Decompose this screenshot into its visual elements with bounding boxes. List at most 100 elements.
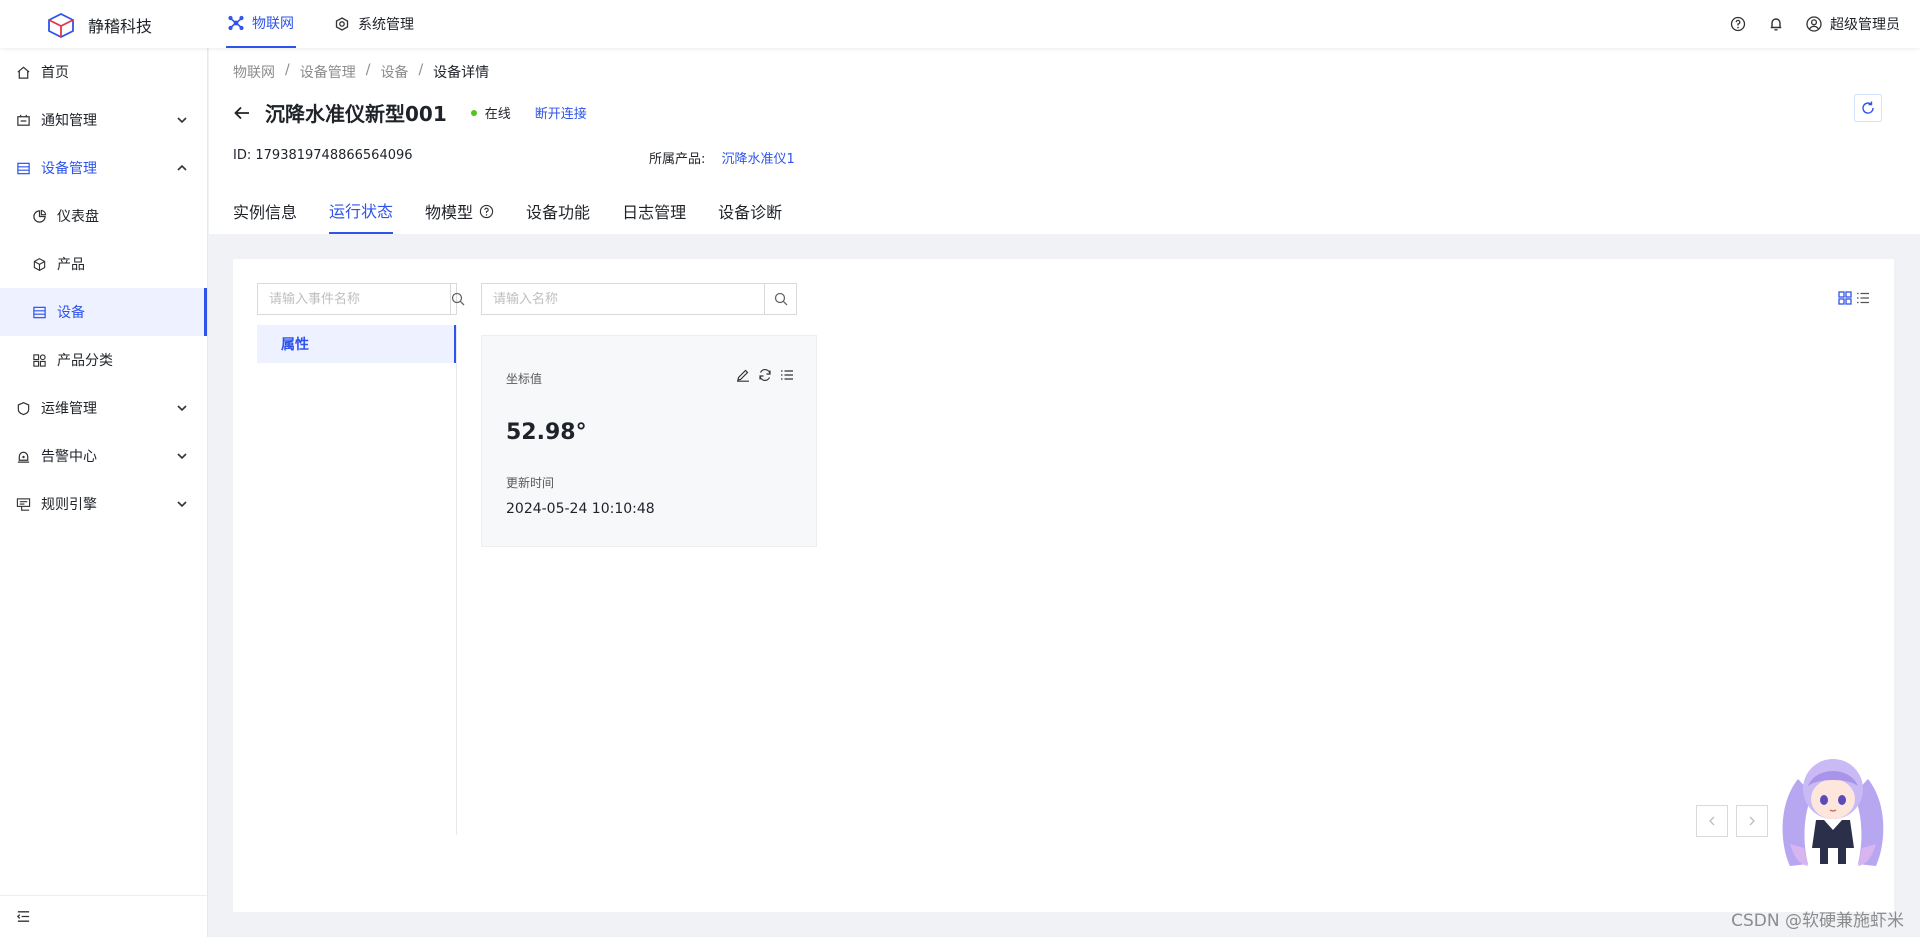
sidebar-item-label: 产品分类 [57,353,113,369]
header-actions: 超级管理员 [1730,0,1900,48]
grid-view-icon[interactable] [1838,291,1852,305]
event-search-input[interactable] [258,284,450,314]
refresh-icon [1862,101,1874,114]
event-search-button[interactable] [450,284,465,314]
alarm-icon [17,451,30,463]
device-id-label: ID: [233,148,252,163]
tab-device-function[interactable]: 设备功能 [526,188,590,234]
brand-name: 静稽科技 [88,17,153,36]
product-link[interactable]: 沉降水准仪1 [722,152,795,167]
name-search-button[interactable] [764,284,796,314]
tab-log-mgmt[interactable]: 日志管理 [622,188,686,234]
breadcrumb-device[interactable]: 设备 [380,62,408,82]
title-row: 沉降水准仪新型001 在线 断开连接 [233,98,587,127]
next-page-button[interactable] [1736,805,1768,837]
help-icon[interactable] [1730,16,1746,32]
refresh-button[interactable] [1854,94,1882,122]
sidebar-item-notice[interactable]: 通知管理 [0,96,207,144]
tab-runtime-status[interactable]: 运行状态 [329,188,394,234]
prev-page-button[interactable] [1696,805,1728,837]
menu-fold-icon [16,911,30,922]
top-nav: 物联网 系统管理 [226,0,452,48]
bell-icon[interactable] [1768,16,1784,32]
home-icon [17,66,30,79]
dashboard-icon [33,209,47,223]
status-badge: 在线 [470,103,511,122]
disconnect-link[interactable]: 断开连接 [535,103,587,122]
chevron-down-icon [177,405,187,412]
breadcrumb: 物联网 / 设备管理 / 设备 / 设备详情 [233,62,489,82]
list-icon[interactable] [780,368,794,382]
sidebar-item-product[interactable]: 产品 [0,240,207,288]
sidebar-item-label: 产品 [57,257,85,273]
sidebar-item-label: 运维管理 [41,401,97,417]
tab-instance-info[interactable]: 实例信息 [233,188,297,234]
tab-label: 设备诊断 [718,203,783,222]
breadcrumb-iot[interactable]: 物联网 [233,62,275,82]
sidebar-item-rules[interactable]: 规则引擎 [0,480,207,528]
tab-label: 设备功能 [526,203,591,222]
breadcrumb-separator: / [418,62,424,78]
sidebar-item-label: 仪表盘 [57,209,99,225]
updated-label: 更新时间 [506,476,555,490]
page-header: 物联网 / 设备管理 / 设备 / 设备详情 沉降水准仪新型001 在线 断开连… [209,48,1920,234]
list-view-icon[interactable] [1856,291,1870,305]
rule-icon [16,497,31,511]
tab-label: 物模型 [425,203,474,222]
mascot-illustration [1782,759,1884,866]
breadcrumb-current: 设备详情 [433,65,490,81]
sidebar-item-device[interactable]: 设备 [0,288,207,336]
device-id-row: ID: 1793819748866564096 [233,148,413,163]
brand-logo[interactable]: 静稽科技 [46,12,152,38]
product-row: 所属产品: 沉降水准仪1 [649,148,795,167]
top-nav-iot[interactable]: 物联网 [226,0,296,48]
help-icon[interactable] [479,204,494,219]
tabs: 实例信息 运行状态 物模型 设备功能 日志管理 设备诊断 [233,188,814,234]
tab-label: 日志管理 [622,203,687,222]
watermark: CSDN @软硬兼施虾米 [1731,911,1904,931]
tab-thing-model[interactable]: 物模型 [425,188,494,234]
sync-icon[interactable] [758,368,772,382]
sidebar-item-device-mgmt[interactable]: 设备管理 [0,144,207,192]
top-nav-system[interactable]: 系统管理 [332,0,416,48]
sidebar-item-ops[interactable]: 运维管理 [0,384,207,432]
property-name: 坐标值 [506,372,543,386]
top-nav-system-label: 系统管理 [358,17,414,33]
iot-icon [228,15,244,31]
breadcrumb-device-mgmt[interactable]: 设备管理 [300,62,356,82]
device-id: 1793819748866564096 [255,148,413,163]
tab-label: 运行状态 [329,202,394,221]
sidebar-collapse[interactable] [0,895,207,937]
back-arrow-icon[interactable] [233,104,251,122]
top-nav-iot-label: 物联网 [252,16,294,32]
product-icon [33,257,46,271]
sidebar-item-category[interactable]: 产品分类 [0,336,207,384]
product-label: 所属产品: [649,152,706,167]
breadcrumb-separator: / [365,62,371,78]
sidebar-item-home[interactable]: 首页 [0,48,207,96]
sidebar-item-label: 通知管理 [41,113,97,129]
event-search [257,283,465,315]
chevron-down-icon [177,453,187,460]
name-search-input[interactable] [482,284,764,314]
sidebar-item-label: 设备 [57,305,85,321]
user-menu[interactable]: 超级管理员 [1806,14,1900,34]
chevron-down-icon [177,117,187,124]
ops-icon [17,401,30,415]
property-value: 52.98° [506,420,587,445]
logo-cube-icon [48,12,74,38]
edit-icon[interactable] [736,368,750,382]
list-item-property[interactable]: 属性 [257,325,456,363]
sidebar-item-label: 告警中心 [41,449,97,465]
sidebar-item-label: 首页 [41,65,69,81]
tab-diagnosis[interactable]: 设备诊断 [718,188,782,234]
sidebar-item-dashboard[interactable]: 仪表盘 [0,192,207,240]
tab-label: 实例信息 [233,203,298,222]
chevron-down-icon [177,501,187,508]
chevron-left-icon [1709,816,1715,826]
category-icon [33,353,46,367]
card-actions [736,368,794,382]
notice-icon [17,114,30,126]
sidebar-item-alarm[interactable]: 告警中心 [0,432,207,480]
online-dot [470,109,477,116]
